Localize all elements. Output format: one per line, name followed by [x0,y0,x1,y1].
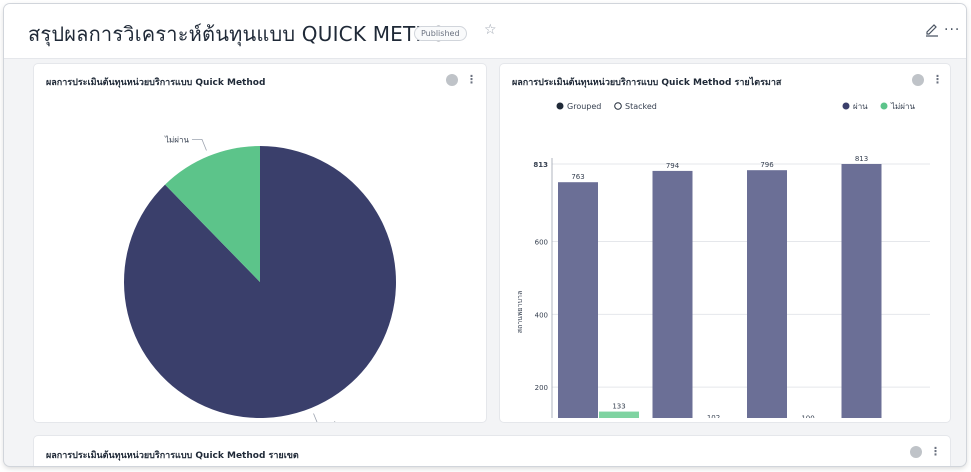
grouped-label: Grouped [567,102,601,111]
dashboard-header: สรุปผลการวิเคราะห์ต้นทุนแบบ QUICK METHOD… [4,4,966,59]
region-card-title: ผลการประเมินต้นทุนหน่วยบริการแบบ Quick M… [46,451,299,461]
bar-value-label: 813 [855,155,868,163]
bar-value-label: 794 [666,162,680,170]
y-tick-label: 200 [535,384,548,392]
grouped-radio[interactable] [556,102,564,110]
pie-label: ไม่ผ่าน [164,135,189,144]
y-tick-label: 600 [535,239,548,247]
bar-value-label: 100 [801,415,814,418]
bar[interactable] [652,170,693,418]
dashboard-window: สรุปผลการวิเคราะห์ต้นทุนแบบ QUICK METHOD… [4,4,966,466]
bar-card-title: ผลการประเมินต้นทุนหน่วยบริการแบบ Quick M… [512,78,782,88]
pie-card-title: ผลการประเมินต้นทุนหน่วยบริการแบบ Quick M… [46,78,266,88]
legend-label: ผ่าน [853,102,868,111]
pie-chart: ผ่าน ไม่ผ่าน [124,135,396,422]
pie-card-menu-button[interactable]: ⋮ [466,73,477,86]
bar-value-label: 763 [571,173,584,181]
legend-label: ไม่ผ่าน [890,102,915,111]
bar-value-label: 133 [612,403,625,411]
stacked-radio[interactable] [614,102,622,110]
star-icon[interactable]: ☆ [484,22,497,38]
more-options-button[interactable]: ··· [944,22,960,38]
region-card-menu-button[interactable]: ⋮ [930,445,941,458]
pie-label: ผ่าน [331,421,346,422]
stacked-label: Stacked [625,102,657,111]
pie-label-leader [191,138,207,151]
page-title: สรุปผลการวิเคราะห์ต้นทุนแบบ QUICK METHOD [28,22,463,46]
pie-label-leader [313,413,318,422]
pencil-icon[interactable] [924,22,940,38]
bar[interactable] [841,164,882,418]
status-badge: Published [414,26,467,41]
bar[interactable] [558,182,598,418]
bar-card-menu-button[interactable]: ⋮ [932,73,943,86]
bar[interactable] [747,170,787,418]
filter-icon[interactable] [910,446,922,458]
pie-chart-card: ผลการประเมินต้นทุนหน่วยบริการแบบ Quick M… [34,64,486,422]
y-tick-label: 400 [535,311,548,319]
bar-chart-card: ผลการประเมินต้นทุนหน่วยบริการแบบ Quick M… [500,64,950,422]
bar[interactable] [599,411,639,418]
bar-value-label: 102 [707,414,720,418]
bar-value-label: 796 [760,161,774,169]
bar-chart: GroupedStackedผ่านไม่ผ่าน0200400600813สถ… [516,102,930,418]
y-axis-label: สถานพยาบาล [516,291,524,334]
legend-swatch[interactable] [880,102,888,110]
y-tick-label: 813 [533,161,548,169]
filter-icon[interactable] [446,74,458,86]
legend-swatch[interactable] [842,102,850,110]
region-card: ผลการประเมินต้นทุนหน่วยบริการแบบ Quick M… [34,436,950,466]
filter-icon[interactable] [912,74,924,86]
